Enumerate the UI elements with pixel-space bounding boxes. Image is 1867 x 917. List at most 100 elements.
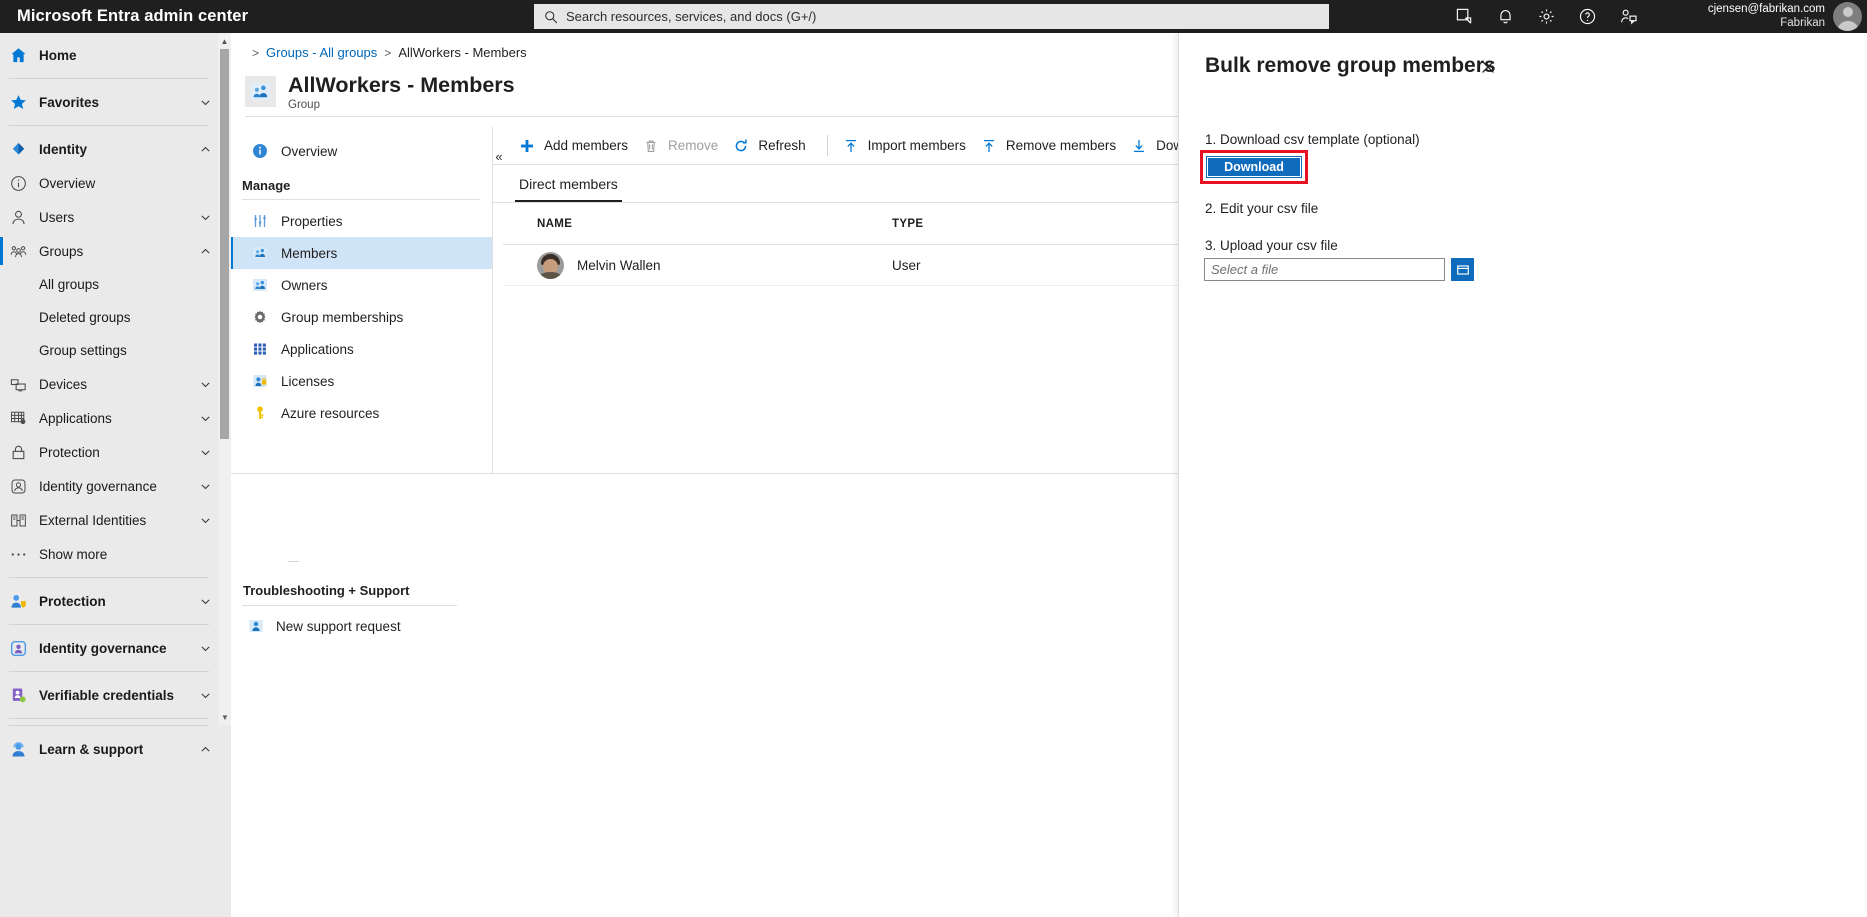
chevron-down-icon[interactable] (200, 596, 211, 607)
inner-menu-item-label: Licenses (281, 373, 335, 389)
folder-browse-icon[interactable] (1451, 258, 1474, 281)
global-search-placeholder: Search resources, services, and docs (G+… (566, 9, 817, 24)
external-identities-icon (9, 511, 28, 530)
sidebar-item-external-identities[interactable]: External Identities (0, 503, 231, 537)
sidebar-item-groups[interactable]: Groups (0, 234, 231, 268)
home-icon (9, 46, 28, 65)
inner-menu-item-label: Owners (281, 277, 328, 293)
sidebar-item-identity-governance-service[interactable]: Identity governance (0, 631, 231, 665)
chevron-down-icon[interactable] (200, 447, 211, 458)
sidebar-item-group-settings[interactable]: Group settings (0, 334, 231, 367)
inner-menu-item-group-memberships[interactable]: Group memberships (231, 301, 492, 333)
troubleshooting-divider (242, 605, 457, 606)
sidebar-item-label: Protection (39, 593, 106, 609)
sidebar-item-all-groups[interactable]: All groups (0, 268, 231, 301)
sidebar-item-label: Applications (39, 410, 112, 426)
inner-menu-item-label: Overview (281, 143, 338, 159)
sidebar-item-protection[interactable]: Protection (0, 435, 231, 469)
sidebar-item-label: Identity governance (39, 640, 167, 656)
chevron-up-icon[interactable] (200, 144, 211, 155)
sidebar-item-favorites[interactable]: Favorites (0, 85, 231, 119)
download-button[interactable]: Download (1206, 156, 1302, 178)
file-path-input[interactable]: Select a file (1204, 258, 1445, 281)
account-menu[interactable]: cjensen@fabrikan.com Fabrikan (1708, 0, 1867, 33)
sidebar-item-label: Deleted groups (39, 310, 131, 325)
sidebar-item-users[interactable]: Users (0, 200, 231, 234)
ellipsis-icon (9, 545, 28, 564)
new-support-request-item[interactable]: New support request (242, 612, 457, 640)
chevron-down-icon[interactable] (200, 690, 211, 701)
sidebar-item-verifiable-credentials[interactable]: Verifiable credentials (0, 678, 231, 712)
sidebar-item-identity[interactable]: Identity (0, 132, 231, 166)
sidebar-item-learn-support[interactable]: Learn & support (0, 732, 231, 766)
notifications-bell-icon[interactable] (1496, 7, 1515, 26)
close-x-icon[interactable] (1476, 55, 1500, 79)
add-members-button[interactable]: Add members (517, 131, 641, 161)
sidebar-item-label: Show more (39, 546, 108, 562)
nav-divider (9, 718, 209, 719)
sidebar-item-devices[interactable]: Devices (0, 367, 231, 401)
trash-icon (643, 138, 659, 154)
sidebar-item-home[interactable]: Home (0, 38, 231, 72)
inner-menu-item-licenses[interactable]: Licenses (231, 365, 492, 397)
chevron-down-icon[interactable] (200, 481, 211, 492)
blade-inner-menu: « Overview Manage Properties Members Own… (231, 127, 503, 474)
inner-menu-item-properties[interactable]: Properties (231, 205, 492, 237)
chevron-down-icon[interactable] (200, 515, 211, 526)
devices-icon (9, 375, 28, 394)
inner-menu-item-applications[interactable]: Applications (231, 333, 492, 365)
chevron-up-icon[interactable] (200, 744, 211, 755)
sidebar-item-applications[interactable]: Applications (0, 401, 231, 435)
inner-menu-item-owners[interactable]: Owners (231, 269, 492, 301)
sidebar-item-label: Verifiable credentials (39, 687, 175, 703)
chevron-down-icon[interactable] (200, 97, 211, 108)
breadcrumb-separator: > (252, 45, 260, 60)
scrollbar-thumb[interactable] (220, 49, 229, 439)
gear-icon (252, 309, 268, 325)
sidebar-item-overview[interactable]: Overview (0, 166, 231, 200)
nav-divider (9, 78, 209, 79)
identity-diamond-icon (9, 140, 28, 159)
scroll-down-arrow-icon[interactable]: ▼ (219, 711, 231, 723)
cloud-shell-icon[interactable] (1455, 7, 1474, 26)
inner-menu-group-label: Manage (242, 178, 291, 193)
toolbar-button-label: Import members (867, 138, 966, 153)
chevron-down-icon[interactable] (200, 212, 211, 223)
remove-members-button[interactable]: Remove members (979, 131, 1129, 161)
avatar[interactable] (1833, 2, 1862, 31)
lock-icon (9, 443, 28, 462)
help-question-icon[interactable] (1578, 7, 1597, 26)
tab-direct-members[interactable]: Direct members (515, 176, 622, 202)
scroll-up-arrow-icon[interactable]: ▲ (218, 35, 231, 47)
chevron-down-icon[interactable] (200, 413, 211, 424)
toolbar-button-label: Remove (668, 138, 719, 153)
sidebar-item-protection-service[interactable]: Protection (0, 584, 231, 618)
download-arrow-icon (1131, 138, 1147, 154)
feedback-person-icon[interactable] (1619, 7, 1638, 26)
refresh-button[interactable]: Refresh (731, 131, 818, 161)
applications-grid-icon (9, 409, 28, 428)
toolbar-button-label: Refresh (758, 138, 806, 153)
protection-shield-person-icon (9, 592, 28, 611)
settings-gear-icon[interactable] (1537, 7, 1556, 26)
support-person-icon (248, 618, 264, 634)
chevron-down-icon[interactable] (200, 379, 211, 390)
inner-menu-item-overview[interactable]: Overview (231, 135, 492, 167)
chevron-down-icon[interactable] (200, 643, 211, 654)
sidebar-item-deleted-groups[interactable]: Deleted groups (0, 301, 231, 334)
sidebar-item-label: Learn & support (39, 741, 144, 757)
chevron-up-icon[interactable] (200, 246, 211, 257)
sidebar-item-show-more[interactable]: Show more (0, 537, 231, 571)
breadcrumb-link-groups-all-groups[interactable]: Groups - All groups (266, 45, 377, 60)
properties-sliders-icon (252, 213, 268, 229)
inner-menu-item-azure-resources[interactable]: Azure resources (231, 397, 492, 429)
sidebar-item-identity-governance[interactable]: Identity governance (0, 469, 231, 503)
inner-menu-item-label: Group memberships (281, 309, 404, 325)
blade-scrollbar[interactable]: ▲ (218, 33, 231, 543)
global-search-box[interactable]: Search resources, services, and docs (G+… (534, 4, 1329, 29)
account-organization: Fabrikan (1780, 16, 1825, 29)
page-subtitle: Group (288, 98, 320, 111)
import-members-button[interactable]: Import members (841, 131, 979, 161)
inner-menu-item-members[interactable]: Members (231, 237, 492, 269)
toolbar-button-label: Add members (544, 138, 629, 153)
